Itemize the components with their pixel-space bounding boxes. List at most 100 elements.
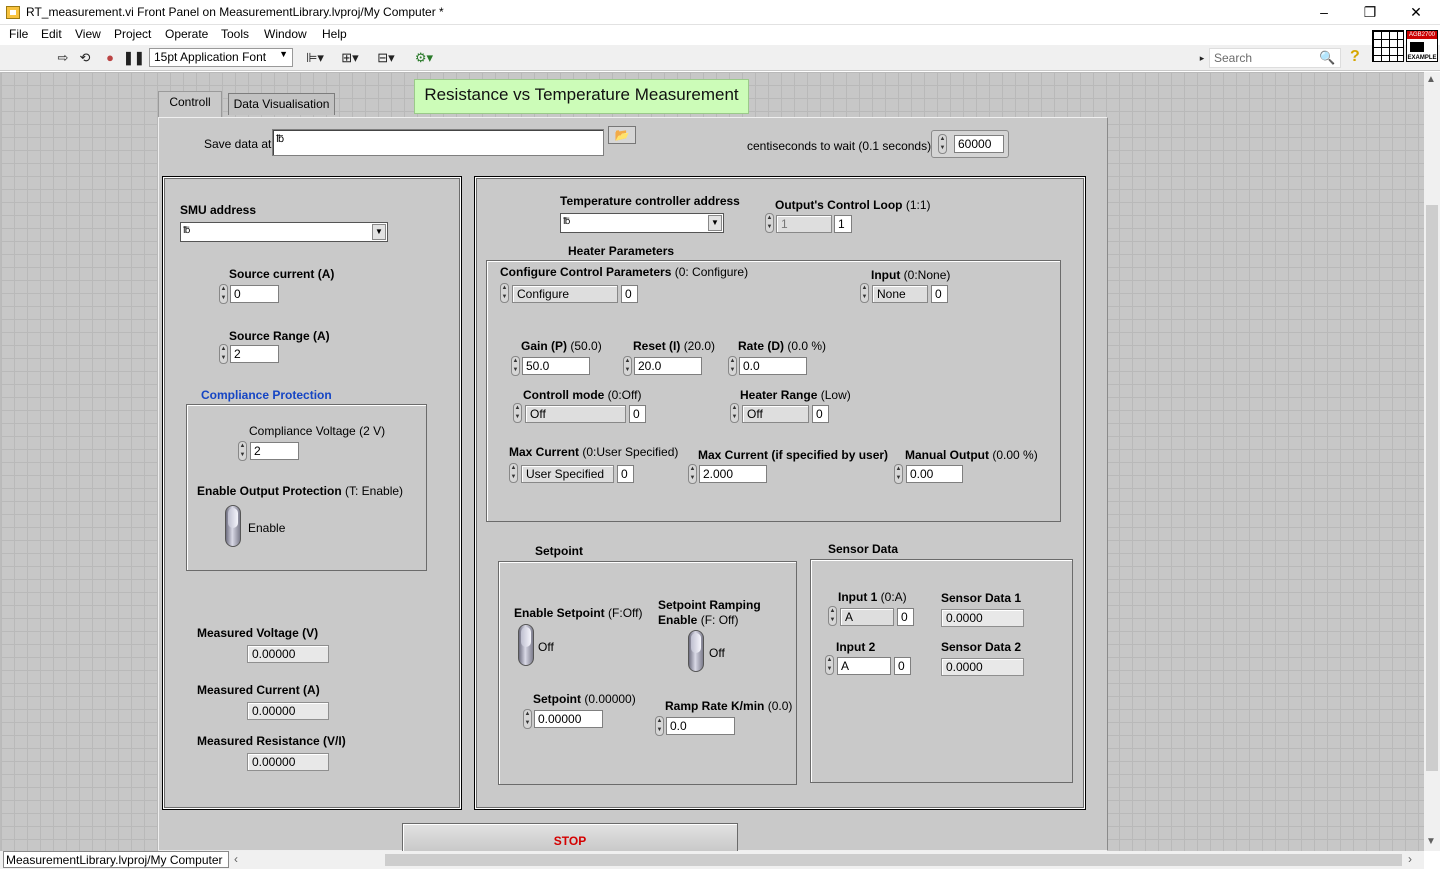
- wait-increment[interactable]: ▲ ▼: [938, 134, 947, 154]
- gain-increment[interactable]: ▲ ▼: [511, 356, 520, 376]
- menu-view[interactable]: View: [75, 27, 101, 41]
- source-current-input[interactable]: 0: [230, 285, 279, 303]
- config-increment[interactable]: ▲ ▼: [500, 283, 509, 303]
- source-current-increment[interactable]: ▲ ▼: [219, 284, 228, 304]
- maximize-button[interactable]: ❐: [1347, 0, 1393, 25]
- vi-icon[interactable]: AGB2700 EXAMPLE: [1406, 30, 1438, 62]
- loop-increment[interactable]: ▲ ▼: [765, 213, 774, 233]
- setpoint-group: [498, 561, 797, 785]
- pause-icon[interactable]: ❚❚: [123, 51, 145, 65]
- font-selector[interactable]: 15pt Application Font ▼: [149, 48, 293, 67]
- source-current-label: Source current (A): [229, 267, 335, 281]
- scroll-down-icon[interactable]: ▼: [1426, 836, 1436, 847]
- ramping-toggle[interactable]: [688, 630, 704, 672]
- connector-pane-icon[interactable]: [1372, 30, 1404, 62]
- ramp-rate-increment[interactable]: ▲ ▼: [655, 716, 664, 736]
- input1-increment[interactable]: ▲ ▼: [828, 606, 837, 626]
- input2-increment[interactable]: ▲ ▼: [825, 655, 834, 675]
- reset-input[interactable]: 20.0: [634, 357, 702, 375]
- setpoint-label: Setpoint: [533, 692, 581, 706]
- enable-output-label: Enable Output Protection: [197, 484, 342, 498]
- input2-label: Input 2: [836, 640, 876, 654]
- setpoint-increment[interactable]: ▲ ▼: [523, 709, 532, 729]
- enable-output-toggle[interactable]: [225, 505, 241, 547]
- chevron-down-icon[interactable]: ▼: [708, 215, 722, 231]
- menu-edit[interactable]: Edit: [41, 27, 62, 41]
- ramp-rate-input[interactable]: 0.0: [666, 717, 735, 735]
- menu-file[interactable]: File: [9, 27, 28, 41]
- compliance-voltage-input[interactable]: 2: [250, 442, 299, 460]
- rate-input[interactable]: 0.0: [739, 357, 807, 375]
- mode-increment[interactable]: ▲ ▼: [513, 403, 522, 423]
- menu-tools[interactable]: Tools: [221, 27, 249, 41]
- sensor-data1-indicator: 0.0000: [941, 609, 1024, 627]
- input-increment[interactable]: ▲ ▼: [860, 283, 869, 303]
- run-continuously-icon[interactable]: ⟲: [77, 51, 93, 65]
- max-current-user-input[interactable]: 2.000: [699, 465, 767, 483]
- manual-output-increment[interactable]: ▲ ▼: [894, 464, 903, 484]
- scroll-left-icon[interactable]: ‹: [234, 852, 238, 866]
- setpoint-input[interactable]: 0.00000: [534, 710, 603, 728]
- ramping-label2: Enable: [658, 613, 698, 627]
- search-expand-icon[interactable]: ▸: [1197, 51, 1207, 65]
- rate-increment[interactable]: ▲ ▼: [728, 356, 737, 376]
- tab-data-visualisation[interactable]: Data Visualisation: [228, 93, 335, 115]
- vertical-scroll-thumb[interactable]: [1426, 205, 1438, 771]
- gain-input[interactable]: 50.0: [522, 357, 590, 375]
- heater-range-increment[interactable]: ▲ ▼: [730, 403, 739, 423]
- loop-hint: (1:1): [905, 198, 931, 212]
- input2-ring[interactable]: A: [837, 657, 891, 675]
- folder-browse-icon[interactable]: 📂: [608, 126, 636, 144]
- enable-output-hint: (T: Enable): [345, 484, 404, 498]
- smu-address-select[interactable]: ℔ ▼: [180, 222, 388, 242]
- tab-controll[interactable]: Controll: [158, 91, 222, 117]
- run-arrow-icon[interactable]: ⇨: [55, 51, 71, 65]
- horizontal-scroll-thumb[interactable]: [385, 854, 1402, 866]
- context-help-icon[interactable]: ?: [1350, 48, 1360, 66]
- max-current-increment[interactable]: ▲ ▼: [509, 463, 518, 483]
- manual-output-label: Manual Output: [905, 448, 989, 462]
- reset-increment[interactable]: ▲ ▼: [623, 356, 632, 376]
- manual-output-hint: (0.00 %): [992, 448, 1038, 462]
- align-objects-icon[interactable]: ⊫▾: [303, 51, 327, 65]
- loop-ring[interactable]: 1: [776, 215, 832, 233]
- source-range-increment[interactable]: ▲ ▼: [219, 344, 228, 364]
- abort-execution-icon[interactable]: ●: [102, 51, 118, 65]
- setpoint-title: Setpoint: [535, 544, 583, 558]
- menu-help[interactable]: Help: [322, 27, 347, 41]
- reorder-icon[interactable]: ⚙▾: [411, 51, 437, 65]
- vertical-scrollbar[interactable]: ▲ ▼: [1424, 72, 1440, 851]
- scroll-up-icon[interactable]: ▲: [1426, 74, 1436, 85]
- chevron-down-icon[interactable]: ▼: [372, 224, 386, 240]
- save-path-field[interactable]: ℔: [272, 129, 604, 156]
- input-ring[interactable]: None: [872, 285, 928, 303]
- wait-input[interactable]: 60000: [954, 135, 1004, 153]
- menu-project[interactable]: Project: [114, 27, 151, 41]
- rate-label-group: Rate (D) (0.0 %): [738, 339, 826, 353]
- heater-range-ring[interactable]: Off: [742, 405, 809, 423]
- input-label-group: Input (0:None): [871, 268, 950, 282]
- menu-operate[interactable]: Operate: [165, 27, 208, 41]
- title-bar: RT_measurement.vi Front Panel on Measure…: [0, 0, 1440, 25]
- source-range-input[interactable]: 2: [230, 345, 279, 363]
- input1-ring[interactable]: A: [840, 608, 894, 626]
- config-ring[interactable]: Configure: [512, 285, 618, 303]
- gain-hint: (50.0): [570, 339, 602, 353]
- minimize-button[interactable]: –: [1301, 0, 1347, 25]
- config-label: Configure Control Parameters: [500, 265, 672, 279]
- sensor-data2-indicator: 0.0000: [941, 658, 1024, 676]
- distribute-objects-icon[interactable]: ⊞▾: [338, 51, 362, 65]
- search-icon[interactable]: 🔍: [1319, 50, 1335, 66]
- close-button[interactable]: ✕: [1393, 0, 1439, 25]
- tc-address-select[interactable]: ℔ ▼: [560, 213, 724, 233]
- enable-setpoint-label-group: Enable Setpoint (F:Off): [514, 606, 642, 620]
- max-current-user-increment[interactable]: ▲ ▼: [688, 464, 697, 484]
- scroll-right-icon[interactable]: ›: [1408, 852, 1412, 866]
- max-current-ring[interactable]: User Specified: [521, 465, 614, 483]
- manual-output-input[interactable]: 0.00: [906, 465, 963, 483]
- resize-objects-icon[interactable]: ⊟▾: [373, 51, 399, 65]
- mode-ring[interactable]: Off: [525, 405, 626, 423]
- compliance-voltage-increment[interactable]: ▲ ▼: [238, 441, 247, 461]
- enable-setpoint-toggle[interactable]: [518, 624, 534, 666]
- menu-window[interactable]: Window: [264, 27, 307, 41]
